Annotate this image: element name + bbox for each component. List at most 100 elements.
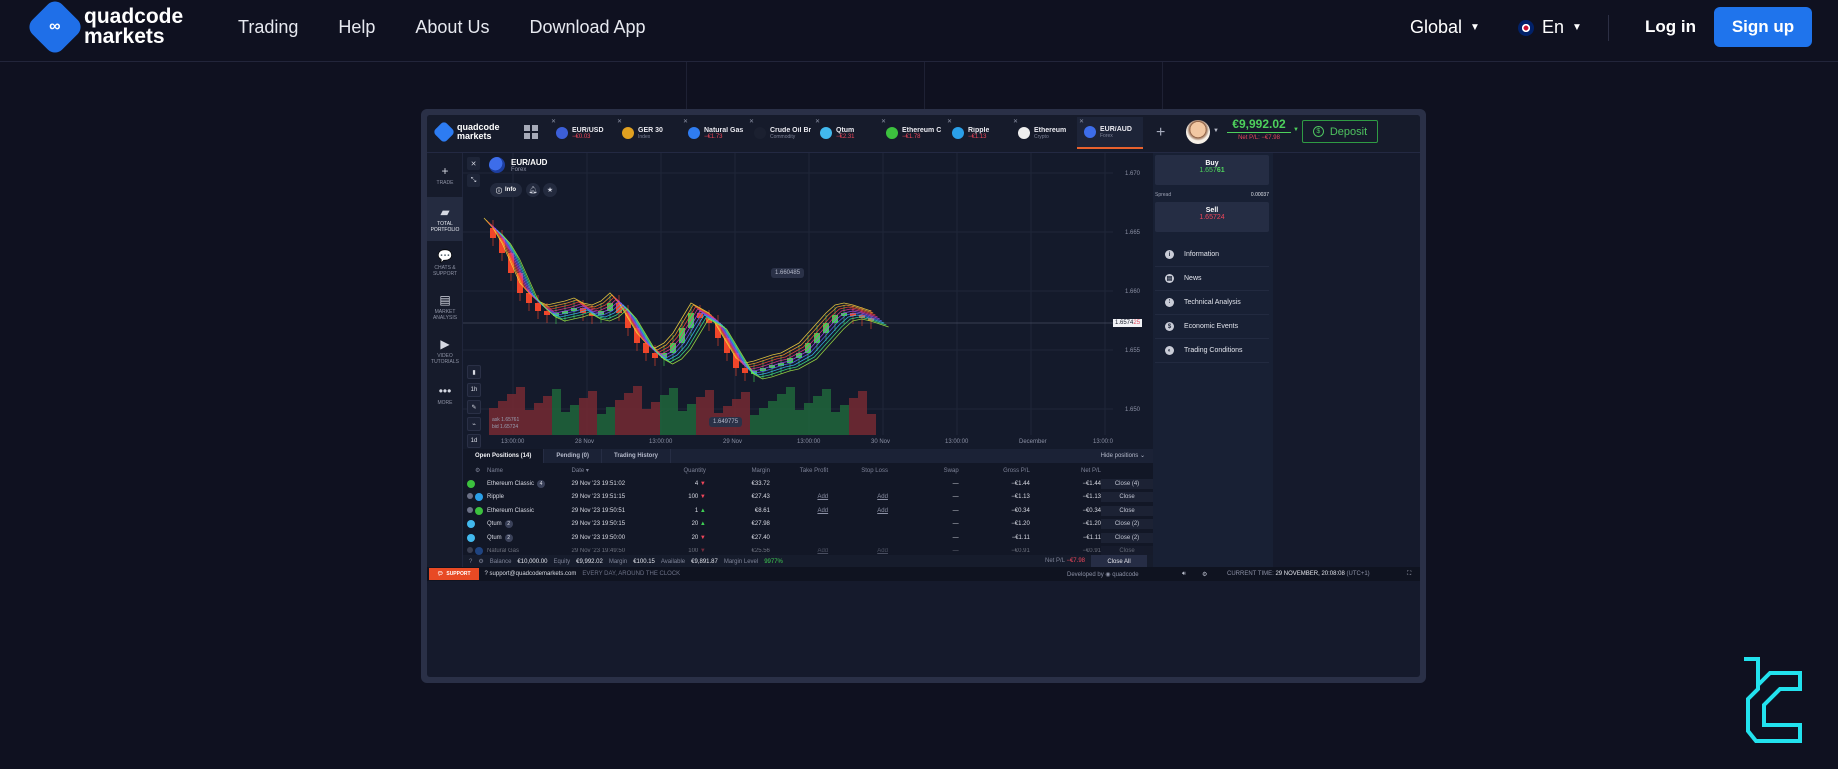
chart-type-icon[interactable]: ▮ [467, 365, 481, 379]
asset-tab[interactable]: ✕ EUR/AUD Forex [1077, 117, 1143, 149]
cell-take-profit[interactable]: Add [770, 504, 828, 518]
col-net-pl[interactable]: Net P/L [1030, 464, 1101, 477]
hide-positions-button[interactable]: Hide positions ⌄ [1101, 452, 1145, 459]
tab-open-positions[interactable]: Open Positions (14) [463, 449, 545, 463]
support-button[interactable]: 💬︎ SUPPORT [429, 568, 479, 580]
caret-down-icon[interactable]: ▼ [1293, 127, 1299, 133]
close-tab-icon[interactable]: ✕ [815, 118, 820, 125]
col-date[interactable]: Date ▾ [572, 464, 658, 477]
asset-menu-item[interactable]: $ Economic Events [1155, 315, 1269, 339]
col-margin[interactable]: Margin [706, 464, 770, 477]
sidebar-item[interactable]: ▰ TOTAL PORTFOLIO [427, 197, 463, 241]
pencil-icon[interactable]: ✎ [467, 400, 481, 414]
asset-tab[interactable]: ✕ Crude Oil Br Commodity [747, 117, 813, 149]
tab-pending[interactable]: Pending (0) [544, 449, 603, 463]
table-row[interactable]: Ripple 29 Nov '23 19:51:15 100 ▼ €27.43 Add A… [463, 491, 1153, 505]
table-row[interactable]: Ethereum Classic 29 Nov '23 19:50:51 1 ▲ €8… [463, 504, 1153, 518]
asset-tab[interactable]: ✕ Ethereum Crypto [1011, 117, 1077, 149]
cell-stop-loss[interactable]: Add [828, 491, 888, 505]
table-row[interactable]: Qtum 2 29 Nov '23 19:50:15 20 ▲ €27.98 — −€1.2… [463, 518, 1153, 532]
close-icon[interactable]: ✕ [467, 157, 480, 170]
help-icon[interactable]: ? [469, 559, 472, 565]
close-tab-icon[interactable]: ✕ [881, 118, 886, 125]
cell-take-profit[interactable] [770, 518, 828, 532]
deposit-button[interactable]: $ Deposit [1302, 120, 1378, 143]
indicators-icon[interactable]: ⌁ [467, 417, 481, 431]
asset-menu-item[interactable]: ⫶ Technical Analysis [1155, 291, 1269, 315]
login-link[interactable]: Log in [1645, 17, 1696, 37]
close-tab-icon[interactable]: ✕ [551, 118, 556, 125]
nav-help[interactable]: Help [338, 17, 375, 38]
close-tab-icon[interactable]: ✕ [1013, 118, 1018, 125]
cell-stop-loss[interactable] [828, 531, 888, 545]
cell-stop-loss[interactable]: Add [828, 504, 888, 518]
sidebar-item[interactable]: + TRADE [427, 153, 463, 197]
site-logo[interactable]: ∞ quadcode markets [25, 0, 183, 57]
close-position-button[interactable]: Close (2) [1101, 532, 1153, 543]
buy-button[interactable]: Buy 1.65761 [1155, 155, 1269, 185]
gear-icon[interactable]: ⚙ [478, 558, 483, 565]
language-select[interactable]: En ▼ [1518, 17, 1582, 38]
asset-menu-item[interactable]: i Information [1155, 243, 1269, 267]
info-icon[interactable] [467, 506, 473, 513]
close-tab-icon[interactable]: ✕ [749, 118, 754, 125]
cell-stop-loss[interactable] [828, 518, 888, 532]
asset-tab[interactable]: ✕ Ethereum C −€1.78 [879, 117, 945, 149]
nav-about-us[interactable]: About Us [415, 17, 489, 38]
cell-take-profit[interactable] [770, 477, 828, 491]
collapse-icon[interactable]: ⤡ [467, 174, 480, 187]
sidebar-item[interactable]: ▶ VIDEO TUTORIALS [427, 329, 463, 373]
table-row[interactable]: Ethereum Classic 4 29 Nov '23 19:51:02 4 ▼ €… [463, 477, 1153, 491]
sound-icon[interactable]: 🔊︎ [1182, 571, 1186, 578]
cell-stop-loss[interactable] [828, 477, 888, 491]
settings-icon[interactable]: ⚙ [1202, 571, 1207, 578]
add-tab-button[interactable]: + [1156, 124, 1165, 142]
col-gross-pl[interactable]: Gross P/L [959, 464, 1030, 477]
asset-tab[interactable]: ✕ Ripple −€1.13 [945, 117, 1011, 149]
info-button[interactable]: ⓘ Info [490, 183, 523, 197]
balance-display[interactable]: €9,992.02 Net P/L: −€7.98 [1227, 117, 1291, 141]
region-select[interactable]: Global ▼ [1410, 17, 1480, 38]
sidebar-item[interactable]: ••• MORE [427, 373, 463, 417]
close-position-button[interactable]: Close (2) [1101, 519, 1153, 530]
col-name[interactable]: Name [487, 464, 572, 477]
close-tab-icon[interactable]: ✕ [617, 118, 622, 125]
col-take-profit[interactable]: Take Profit [770, 464, 828, 477]
close-position-button[interactable]: Close [1101, 492, 1153, 503]
table-row[interactable]: Qtum 2 29 Nov '23 19:50:00 20 ▼ €27.40 — −€1.1… [463, 531, 1153, 545]
nav-trading[interactable]: Trading [238, 17, 298, 38]
sidebar-item[interactable]: 💬 CHATS & SUPPORT [427, 241, 463, 285]
asset-menu-item[interactable]: ▤ News [1155, 267, 1269, 291]
info-icon[interactable] [467, 493, 473, 500]
star-icon[interactable]: ★ [543, 183, 557, 197]
asset-tab[interactable]: ✕ Qtum −€2.31 [813, 117, 879, 149]
cell-take-profit[interactable]: Add [770, 491, 828, 505]
close-tab-icon[interactable]: ✕ [683, 118, 688, 125]
signup-button[interactable]: Sign up [1714, 7, 1812, 47]
gear-icon[interactable]: ⚙ [463, 464, 487, 477]
price-chart[interactable]: ✕ ⤡ EUR/AUD Forex ⓘ Info 🔔︎ ★ ▮ 1h ✎ ⌁ 1d … [463, 153, 1153, 449]
period-button[interactable]: 1d [467, 434, 481, 448]
cell-take-profit[interactable] [770, 531, 828, 545]
asset-tab[interactable]: ✕ EUR/USD −€0.03 [549, 117, 615, 149]
sidebar-item[interactable]: ▤ MARKET ANALYSIS [427, 285, 463, 329]
candlestick-chart[interactable] [463, 153, 1153, 449]
timeframe-button[interactable]: 1h [467, 383, 481, 397]
support-email[interactable]: ? support@quadcodemarkets.com [485, 571, 577, 577]
asset-tab[interactable]: ✕ GER 30 Index [615, 117, 681, 149]
avatar[interactable] [1186, 120, 1210, 144]
sell-button[interactable]: Sell 1.65724 [1155, 202, 1269, 232]
fullscreen-icon[interactable]: ⛶ [1407, 571, 1411, 578]
close-position-button[interactable]: Close (4) [1101, 478, 1153, 489]
nav-download-app[interactable]: Download App [529, 17, 645, 38]
col-quantity[interactable]: Quantity [657, 464, 706, 477]
col-swap[interactable]: Swap [888, 464, 959, 477]
asset-tab[interactable]: ✕ Natural Gas −€1.73 [681, 117, 747, 149]
info-icon[interactable] [467, 547, 473, 554]
close-tab-icon[interactable]: ✕ [947, 118, 952, 125]
grid-layout-icon[interactable] [524, 125, 538, 139]
col-stop-loss[interactable]: Stop Loss [828, 464, 888, 477]
asset-menu-item[interactable]: ◐ Trading Conditions [1155, 339, 1269, 363]
bell-icon[interactable]: 🔔︎ [526, 183, 540, 197]
close-position-button[interactable]: Close [1101, 505, 1153, 516]
